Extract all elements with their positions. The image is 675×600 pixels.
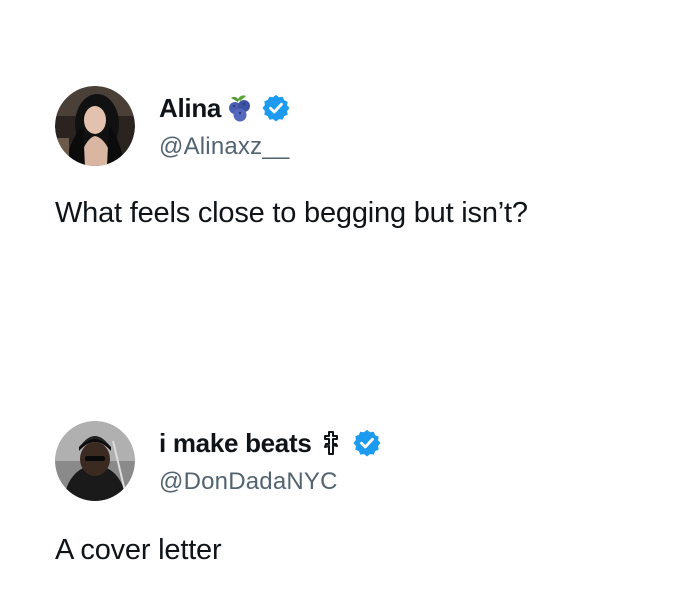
avatar[interactable]	[55, 421, 135, 501]
user-handle[interactable]: @DonDadaNYC	[159, 468, 382, 496]
display-name[interactable]: Alina	[159, 93, 221, 124]
tweet-text: What feels close to begging but isn’t?	[55, 197, 528, 229]
tweet-header: Alina @Alinaxz__	[55, 85, 655, 167]
tweet: Alina @Alinaxz__ What feels close to beg…	[55, 85, 655, 230]
display-name[interactable]: i make beats	[159, 428, 312, 459]
tweet-reply: i make beats @DonDadaNYC A cover letter	[55, 420, 655, 567]
name-row: i make beats	[159, 426, 382, 460]
orthodox-cross-icon	[316, 428, 346, 458]
name-row: Alina	[159, 91, 291, 125]
tweet-header: i make beats @DonDadaNYC	[55, 420, 655, 502]
blueberries-icon	[225, 93, 255, 123]
user-handle[interactable]: @Alinaxz__	[159, 133, 291, 161]
verified-badge-icon	[261, 93, 291, 123]
verified-badge-icon	[352, 428, 382, 458]
user-identity: Alina @Alinaxz__	[159, 91, 291, 161]
avatar[interactable]	[55, 86, 135, 166]
tweet-text: A cover letter	[55, 534, 222, 566]
user-identity: i make beats @DonDadaNYC	[159, 426, 382, 496]
